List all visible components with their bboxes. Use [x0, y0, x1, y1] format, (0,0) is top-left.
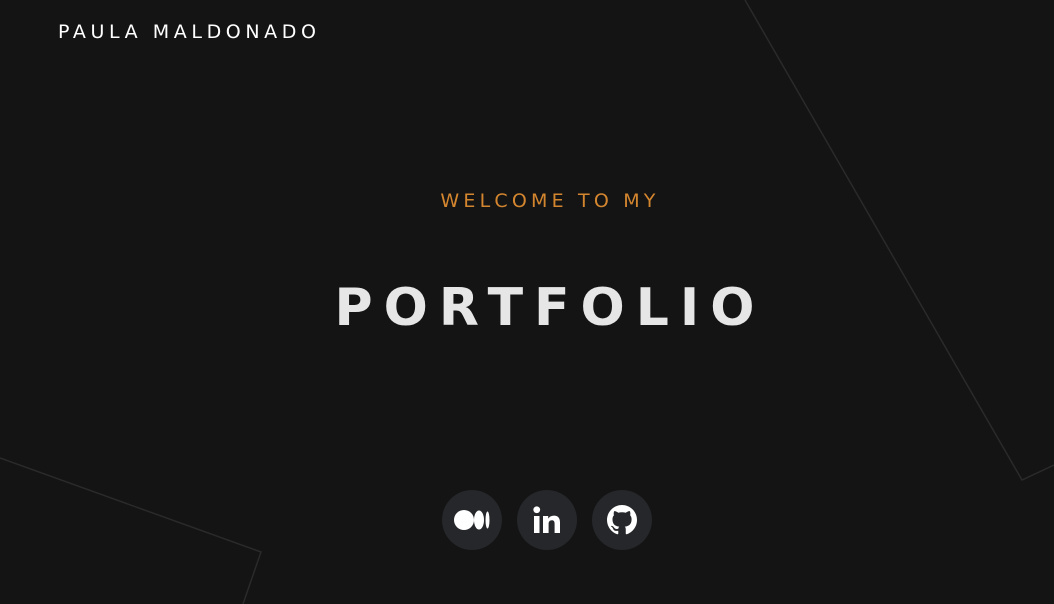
linkedin-icon — [532, 505, 562, 535]
github-link[interactable] — [592, 490, 652, 550]
github-icon — [607, 505, 637, 535]
portfolio-page: PAULA MALDONADO WELCOME TO MY PORTFOLIO — [0, 0, 1054, 604]
social-links — [442, 490, 652, 550]
hero-title: PORTFOLIO — [334, 278, 766, 338]
medium-link[interactable] — [442, 490, 502, 550]
linkedin-link[interactable] — [517, 490, 577, 550]
hero-eyebrow: WELCOME TO MY — [440, 190, 660, 212]
brand-name[interactable]: PAULA MALDONADO — [58, 21, 321, 43]
medium-icon — [453, 509, 491, 531]
